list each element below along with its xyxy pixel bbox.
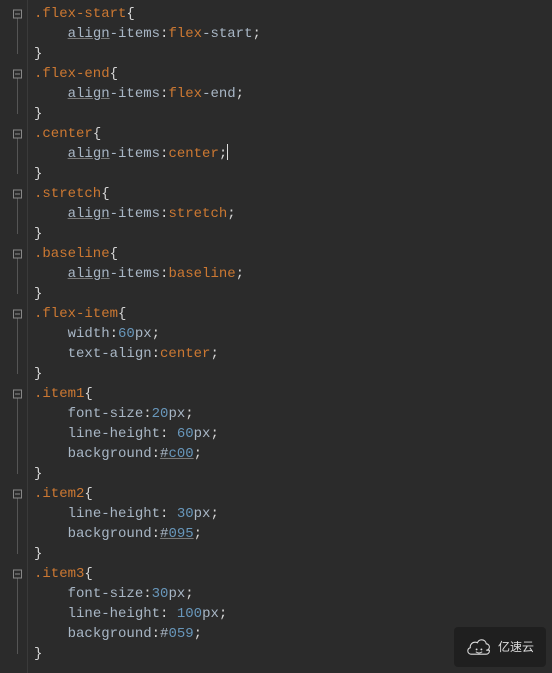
fold-toggle-icon[interactable] [13, 490, 22, 499]
cloud-icon [466, 639, 492, 655]
fold-toggle-icon[interactable] [13, 190, 22, 199]
code-line[interactable]: .stretch{ [34, 184, 552, 204]
code-line[interactable]: .flex-item{ [34, 304, 552, 324]
code-line[interactable]: background:#c00; [34, 444, 552, 464]
code-line[interactable]: align-items:flex-end; [34, 84, 552, 104]
code-line[interactable]: width:60px; [34, 324, 552, 344]
code-line[interactable]: } [34, 164, 552, 184]
fold-toggle-icon[interactable] [13, 130, 22, 139]
code-line[interactable]: font-size:30px; [34, 584, 552, 604]
code-line[interactable]: .item2{ [34, 484, 552, 504]
fold-toggle-icon[interactable] [13, 310, 22, 319]
code-line[interactable]: line-height: 30px; [34, 504, 552, 524]
fold-toggle-icon[interactable] [13, 250, 22, 259]
watermark-badge: 亿速云 [454, 627, 546, 667]
code-line[interactable]: } [34, 364, 552, 384]
code-line[interactable]: } [34, 284, 552, 304]
code-line[interactable]: line-height: 60px; [34, 424, 552, 444]
fold-gutter [0, 0, 28, 673]
code-line[interactable]: .flex-end{ [34, 64, 552, 84]
code-line[interactable]: align-items:baseline; [34, 264, 552, 284]
fold-toggle-icon[interactable] [13, 70, 22, 79]
code-area[interactable]: .flex-start{ align-items:flex-start;}.fl… [28, 0, 552, 673]
code-line[interactable]: background:#095; [34, 524, 552, 544]
code-line[interactable]: .flex-start{ [34, 4, 552, 24]
code-editor[interactable]: .flex-start{ align-items:flex-start;}.fl… [0, 0, 552, 673]
code-line[interactable]: } [34, 464, 552, 484]
code-line[interactable]: font-size:20px; [34, 404, 552, 424]
code-line[interactable]: .baseline{ [34, 244, 552, 264]
code-line[interactable]: } [34, 544, 552, 564]
fold-toggle-icon[interactable] [13, 570, 22, 579]
code-line[interactable]: } [34, 104, 552, 124]
fold-toggle-icon[interactable] [13, 390, 22, 399]
code-line[interactable]: .center{ [34, 124, 552, 144]
watermark-text: 亿速云 [498, 637, 534, 657]
code-line[interactable]: align-items:stretch; [34, 204, 552, 224]
code-line[interactable]: line-height: 100px; [34, 604, 552, 624]
code-line[interactable]: } [34, 224, 552, 244]
code-line[interactable]: align-items:flex-start; [34, 24, 552, 44]
code-line[interactable]: align-items:center; [34, 144, 552, 164]
fold-toggle-icon[interactable] [13, 10, 22, 19]
code-line[interactable]: } [34, 44, 552, 64]
code-line[interactable]: .item1{ [34, 384, 552, 404]
text-cursor [227, 144, 228, 160]
code-line[interactable]: .item3{ [34, 564, 552, 584]
code-line[interactable]: text-align:center; [34, 344, 552, 364]
